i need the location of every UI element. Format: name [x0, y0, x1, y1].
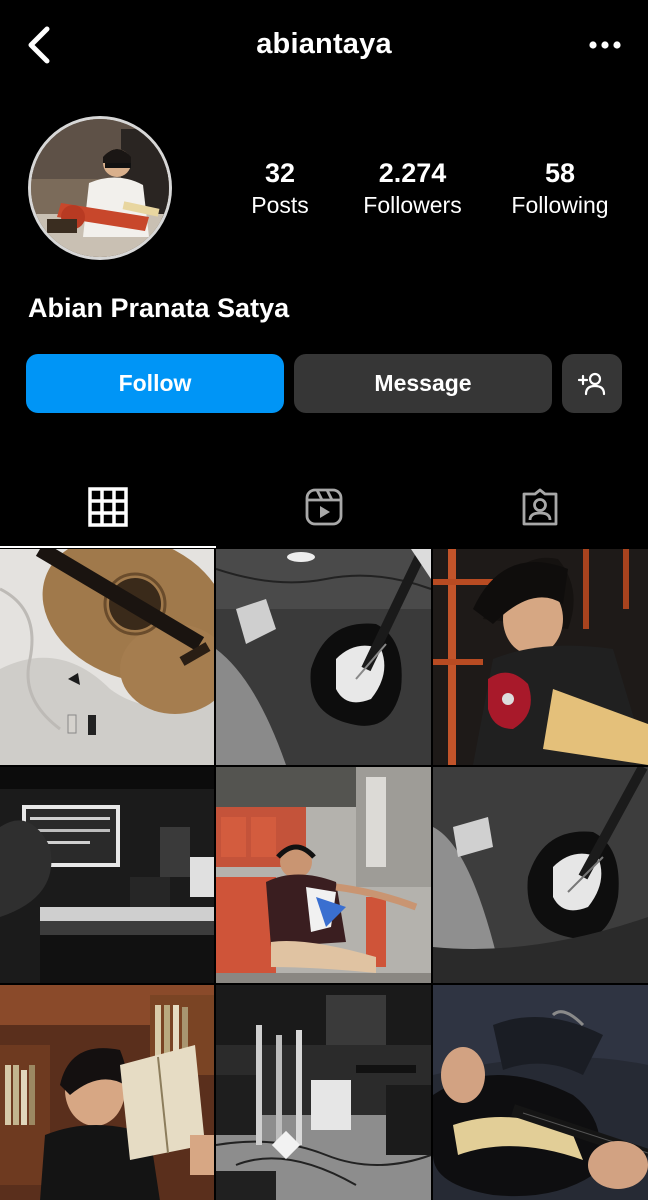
posts-grid — [0, 549, 648, 1200]
following-count: 58 — [544, 158, 576, 188]
profile-full-name: Abian Pranata Satya — [28, 293, 290, 323]
grid-icon — [88, 487, 128, 527]
tagged-person-icon — [522, 488, 558, 526]
post-thumbnail[interactable] — [216, 985, 431, 1200]
stat-followers[interactable]: 2.274 Followers — [343, 156, 483, 220]
post-thumbnail[interactable] — [433, 549, 648, 765]
posts-count: 32 — [264, 158, 296, 188]
following-label: Following — [511, 192, 609, 218]
profile-stats: 32 Posts 2.274 Followers 58 Following — [230, 156, 625, 220]
follow-button[interactable]: Follow — [26, 354, 284, 413]
post-thumbnail[interactable] — [216, 549, 431, 765]
profile-username: abiantaya — [256, 28, 392, 60]
profile-actions: Follow Message — [26, 354, 622, 413]
add-person-icon — [578, 372, 606, 395]
avatar-image — [31, 119, 169, 257]
top-bar: abiantaya — [0, 0, 648, 92]
suggested-accounts-button[interactable] — [562, 354, 622, 413]
tab-tagged[interactable] — [432, 466, 648, 548]
profile-tabs — [0, 466, 648, 548]
post-thumbnail[interactable] — [433, 985, 648, 1200]
post-thumbnail[interactable] — [216, 767, 431, 983]
post-thumbnail[interactable] — [0, 549, 214, 765]
stat-following[interactable]: 58 Following — [495, 156, 625, 220]
stat-posts[interactable]: 32 Posts — [230, 156, 330, 220]
post-thumbnail[interactable] — [0, 767, 214, 983]
tab-reels[interactable] — [216, 466, 432, 548]
followers-label: Followers — [363, 192, 462, 218]
posts-label: Posts — [251, 192, 309, 218]
followers-count: 2.274 — [378, 158, 447, 188]
post-thumbnail[interactable] — [433, 767, 648, 983]
reels-icon — [305, 488, 343, 526]
message-button[interactable]: Message — [294, 354, 552, 413]
tab-posts-grid[interactable] — [0, 466, 216, 548]
more-horizontal-icon — [589, 41, 621, 49]
post-thumbnail[interactable] — [0, 985, 214, 1200]
avatar[interactable] — [28, 116, 172, 260]
more-options-button[interactable] — [584, 30, 626, 60]
